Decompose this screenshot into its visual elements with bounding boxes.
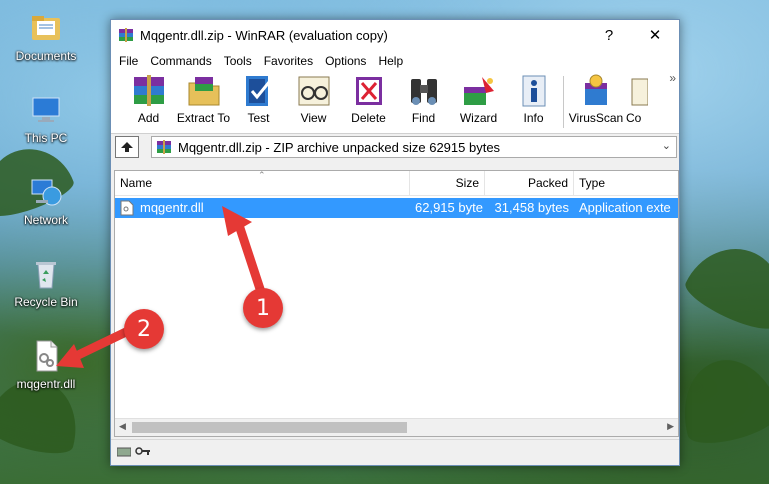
menu-bar: File Commands Tools Favorites Options He… <box>111 50 679 71</box>
column-packed[interactable]: Packed <box>485 171 574 195</box>
virusscan-icon <box>577 73 615 109</box>
scroll-left-icon[interactable]: ◀ <box>119 421 126 432</box>
test-button[interactable]: Test <box>231 73 286 129</box>
table-row[interactable]: mqgentr.dll 62,915 byte 31,458 bytes App… <box>115 198 678 218</box>
extract-to-label: Extract To <box>176 111 231 125</box>
comment-icon <box>626 73 648 109</box>
virusscan-button[interactable]: VirusScan <box>566 73 626 129</box>
annotation-badge-2: 2 <box>124 309 164 349</box>
chevron-down-icon[interactable]: ⌄ <box>662 139 671 152</box>
desktop-icon-label: Network <box>23 213 68 227</box>
find-label: Find <box>411 111 436 125</box>
network-icon <box>28 174 64 210</box>
file-packed-cell: 31,458 bytes <box>494 200 569 215</box>
window-title: Mqgentr.dll.zip - WinRAR (evaluation cop… <box>140 27 388 43</box>
scrollbar-thumb[interactable] <box>132 422 407 433</box>
binoculars-icon <box>405 73 443 109</box>
column-type[interactable]: Type <box>574 171 678 195</box>
winrar-window: Mqgentr.dll.zip - WinRAR (evaluation cop… <box>110 19 680 466</box>
file-list-header: Name ⌃ Size Packed Type <box>115 171 678 196</box>
up-one-level-button[interactable] <box>115 136 139 158</box>
test-icon <box>240 73 278 109</box>
menu-tools[interactable]: Tools <box>218 54 258 68</box>
toolbar: Add Extract To Test View Delete Find Wiz… <box>111 71 679 133</box>
add-label: Add <box>137 111 160 125</box>
folder-documents-icon <box>28 10 64 46</box>
delete-label: Delete <box>351 111 386 125</box>
view-label: View <box>300 111 327 125</box>
annotation-badge-1: 1 <box>243 288 283 328</box>
file-list: Name ⌃ Size Packed Type mqgentr.dll 62,9… <box>114 170 679 437</box>
add-button[interactable]: Add <box>121 73 176 129</box>
delete-button[interactable]: Delete <box>341 73 396 129</box>
dll-file-icon <box>28 338 64 374</box>
file-size-cell: 62,915 byte <box>415 200 483 215</box>
key-lock-icon[interactable] <box>135 445 151 460</box>
find-button[interactable]: Find <box>396 73 451 129</box>
desktop-icon-documents[interactable]: Documents <box>6 10 86 63</box>
virusscan-label: VirusScan <box>568 111 624 125</box>
sort-up-icon: ⌃ <box>258 170 266 180</box>
delete-icon <box>350 73 388 109</box>
archive-path-text: Mqgentr.dll.zip - ZIP archive unpacked s… <box>178 139 501 155</box>
view-glasses-icon <box>295 73 333 109</box>
column-name[interactable]: Name ⌃ <box>115 171 410 195</box>
computer-icon <box>28 92 64 128</box>
toolbar-overflow-chevron[interactable]: » <box>669 71 676 85</box>
extract-to-button[interactable]: Extract To <box>176 73 231 129</box>
drive-icon[interactable] <box>116 446 132 460</box>
wizard-icon <box>460 73 498 109</box>
extract-folder-icon <box>185 73 223 109</box>
info-button[interactable]: Info <box>506 73 561 129</box>
palm-leaf-decoration <box>671 349 769 451</box>
dll-file-icon <box>120 200 134 216</box>
menu-help[interactable]: Help <box>372 54 409 68</box>
desktop-icon-label: Recycle Bin <box>14 295 78 309</box>
desktop-icon-mqgentr-dll[interactable]: mqgentr.dll <box>6 338 86 391</box>
add-archive-icon <box>130 73 168 109</box>
up-arrow-icon <box>121 142 133 152</box>
menu-options[interactable]: Options <box>319 54 372 68</box>
help-button[interactable]: ? <box>586 20 632 50</box>
desktop-icon-label: This PC <box>24 131 68 145</box>
archive-path-dropdown[interactable]: Mqgentr.dll.zip - ZIP archive unpacked s… <box>151 136 677 158</box>
info-icon <box>515 73 553 109</box>
desktop-icon-label: mqgentr.dll <box>16 377 76 391</box>
view-button[interactable]: View <box>286 73 341 129</box>
desktop-icon-label: Documents <box>15 49 77 63</box>
info-label: Info <box>523 111 544 125</box>
close-button[interactable]: ✕ <box>632 20 678 50</box>
zip-archive-icon <box>156 140 172 154</box>
wizard-label: Wizard <box>459 111 498 125</box>
desktop-icon-this-pc[interactable]: This PC <box>6 92 86 145</box>
recycle-bin-icon <box>28 256 64 292</box>
comment-button[interactable]: Co <box>626 73 648 129</box>
horizontal-scrollbar[interactable]: ◀ ▶ <box>115 418 678 436</box>
toolbar-separator <box>563 76 564 128</box>
menu-favorites[interactable]: Favorites <box>258 54 319 68</box>
column-size[interactable]: Size <box>410 171 485 195</box>
title-bar[interactable]: Mqgentr.dll.zip - WinRAR (evaluation cop… <box>111 20 679 50</box>
address-bar: Mqgentr.dll.zip - ZIP archive unpacked s… <box>111 133 679 160</box>
file-type-cell: Application exte <box>579 200 671 215</box>
scroll-right-icon[interactable]: ▶ <box>667 421 674 432</box>
desktop-icon-network[interactable]: Network <box>6 174 86 227</box>
wizard-button[interactable]: Wizard <box>451 73 506 129</box>
winrar-app-icon <box>118 27 134 43</box>
menu-commands[interactable]: Commands <box>144 54 217 68</box>
comment-label: Co <box>626 111 642 125</box>
status-bar <box>111 439 679 465</box>
menu-file[interactable]: File <box>113 54 144 68</box>
file-name-cell: mqgentr.dll <box>115 198 410 218</box>
desktop-icon-recycle-bin[interactable]: Recycle Bin <box>6 256 86 309</box>
test-label: Test <box>247 111 270 125</box>
palm-leaf-decoration <box>679 232 769 338</box>
